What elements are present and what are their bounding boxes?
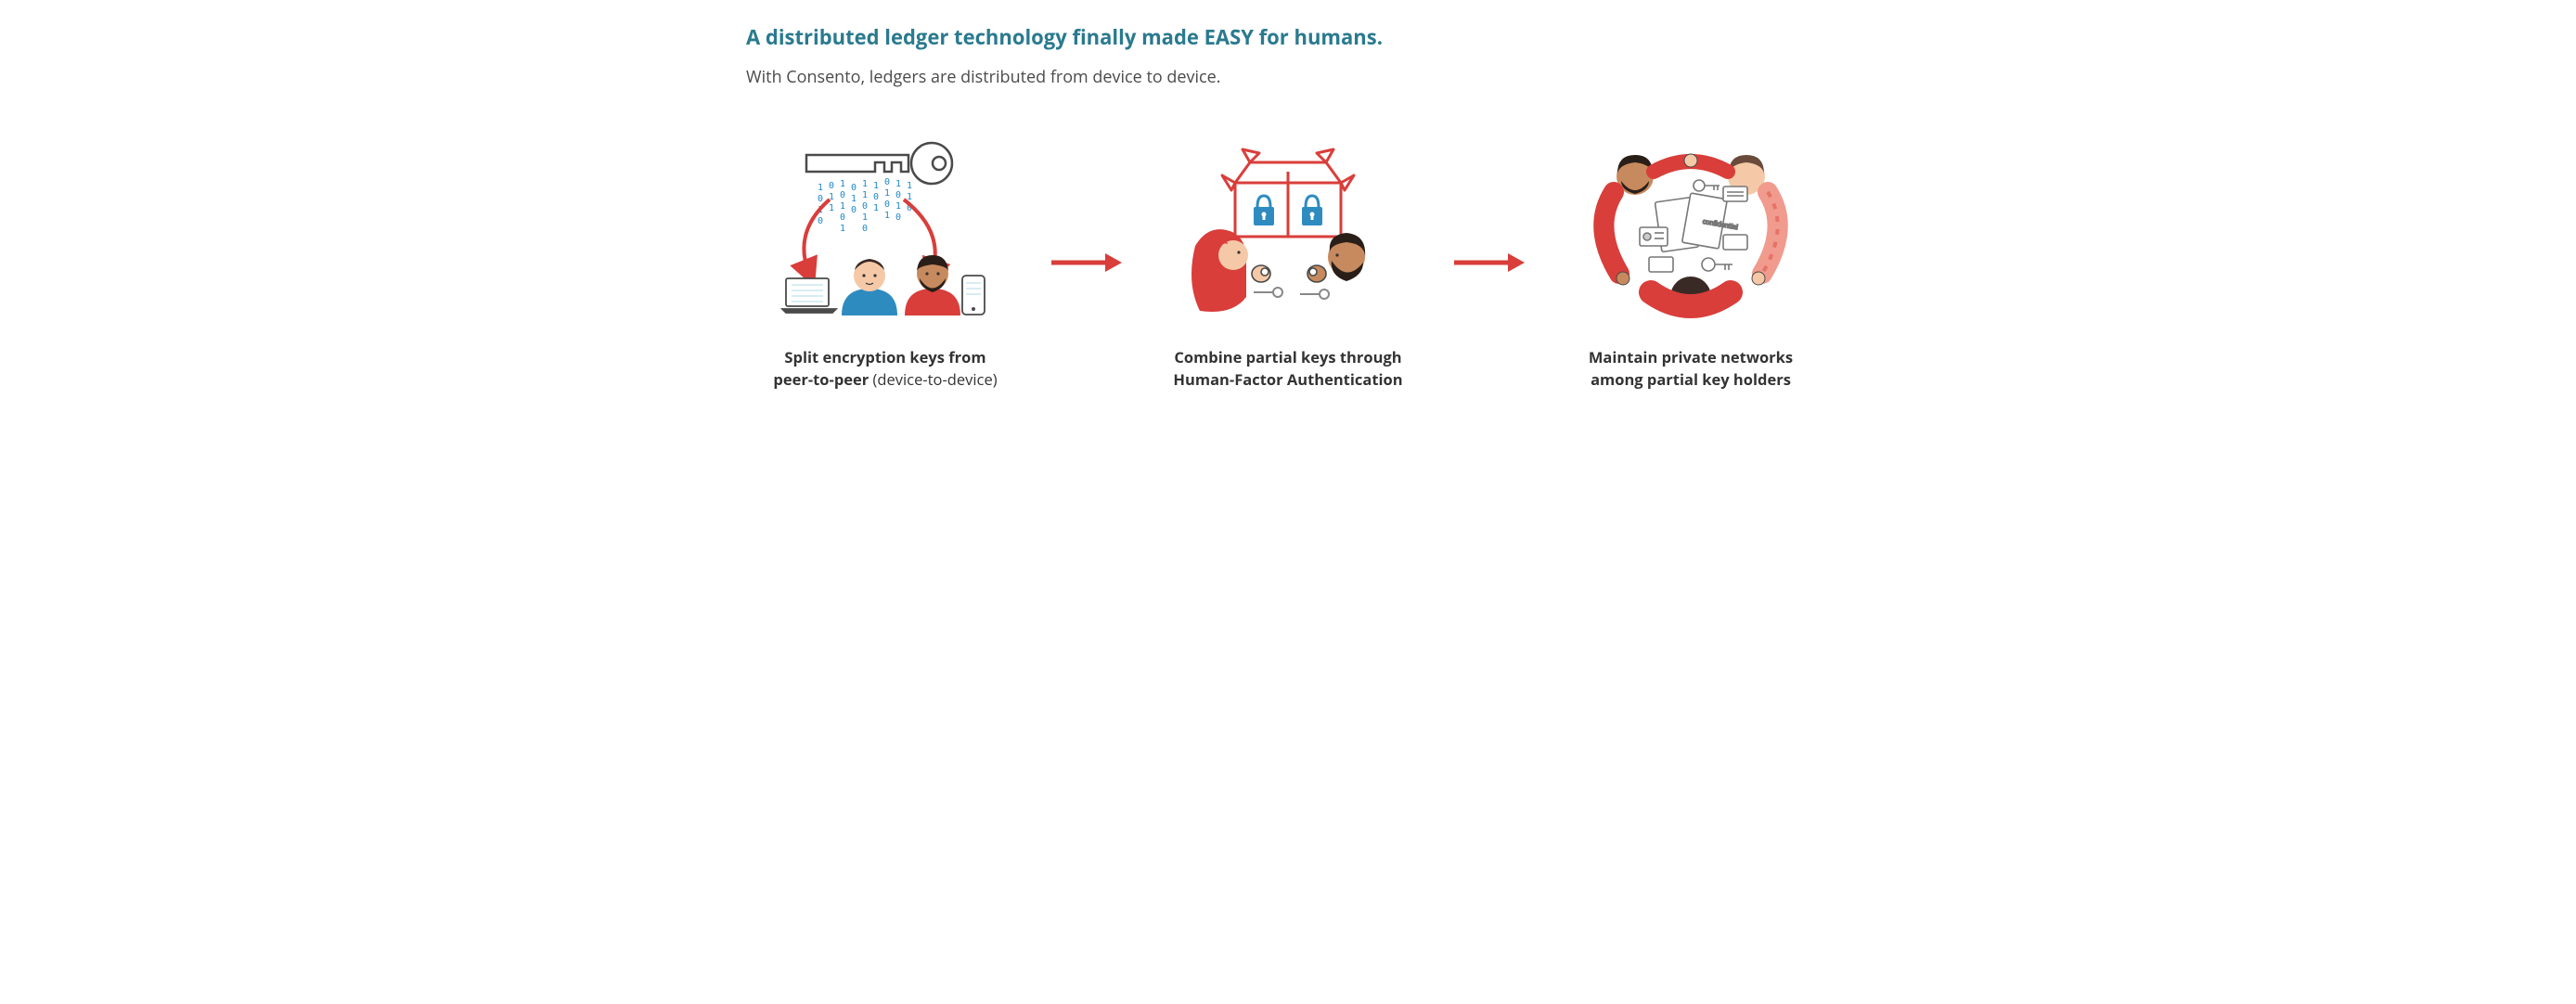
svg-text:1: 1 [851,194,857,204]
step-1-caption: Split encryption keys from peer-to-peer … [773,346,997,391]
svg-text:0: 0 [818,194,823,204]
page-title: A distributed ledger technology finally … [746,23,1830,51]
svg-text:1: 1 [862,212,868,223]
diagram-page: A distributed ledger technology finally … [644,0,1932,418]
svg-text:1: 1 [907,181,912,191]
split-key-icon: 1010 011 10101 010 11010 101 0101 1010 1… [779,135,992,320]
svg-text:1: 1 [829,203,834,213]
svg-text:0: 0 [840,212,845,223]
svg-text:1: 1 [895,179,901,189]
svg-text:1: 1 [862,190,868,200]
step-3-line1: Maintain private networks [1589,346,1793,367]
step-1-light: (device-to-device) [869,368,997,390]
svg-text:0: 0 [840,190,845,200]
step-2-caption: Combine partial keys through Human-Facto… [1173,346,1402,391]
svg-text:0: 0 [851,205,857,215]
step-3-caption: Maintain private networks among partial … [1589,346,1793,391]
page-subtitle: With Consento, ledgers are distributed f… [746,66,1830,88]
svg-text:1: 1 [840,179,845,189]
step-2-line1: Combine partial keys through [1174,346,1401,367]
steps-row: 1010 011 10101 010 11010 101 0101 1010 1… [746,135,1830,391]
svg-text:0: 0 [829,181,834,191]
svg-text:0: 0 [873,192,879,202]
svg-text:0: 0 [862,224,868,234]
svg-text:1: 1 [873,203,879,213]
step-2-line2: Human-Factor Authentication [1173,368,1402,390]
svg-text:0: 0 [851,183,857,193]
step-2: Combine partial keys through Human-Facto… [1149,135,1427,391]
step-3: confidential [1552,135,1830,391]
arrow-2-icon [1452,251,1526,274]
svg-text:1: 1 [884,211,890,221]
combine-keys-icon [1181,135,1395,320]
svg-text:1: 1 [840,201,845,212]
svg-text:1: 1 [884,188,890,199]
step-1-bold: peer-to-peer [773,368,869,390]
svg-text:0: 0 [884,177,890,187]
step-1: 1010 011 10101 010 11010 101 0101 1010 1… [746,135,1024,391]
svg-text:1: 1 [840,224,845,234]
step-3-line2: among partial key holders [1591,368,1791,390]
svg-text:0: 0 [895,212,901,223]
step-1-line1: Split encryption keys from [784,346,985,367]
svg-text:1: 1 [862,179,868,189]
svg-text:0: 0 [884,200,890,210]
private-network-icon: confidential [1584,135,1797,320]
svg-text:0: 0 [895,190,901,200]
svg-text:1: 1 [818,183,823,193]
svg-text:1: 1 [895,201,901,212]
svg-text:0: 0 [862,201,868,212]
svg-text:1: 1 [873,181,879,191]
arrow-1-icon [1050,251,1124,274]
svg-text:0: 0 [818,216,823,226]
